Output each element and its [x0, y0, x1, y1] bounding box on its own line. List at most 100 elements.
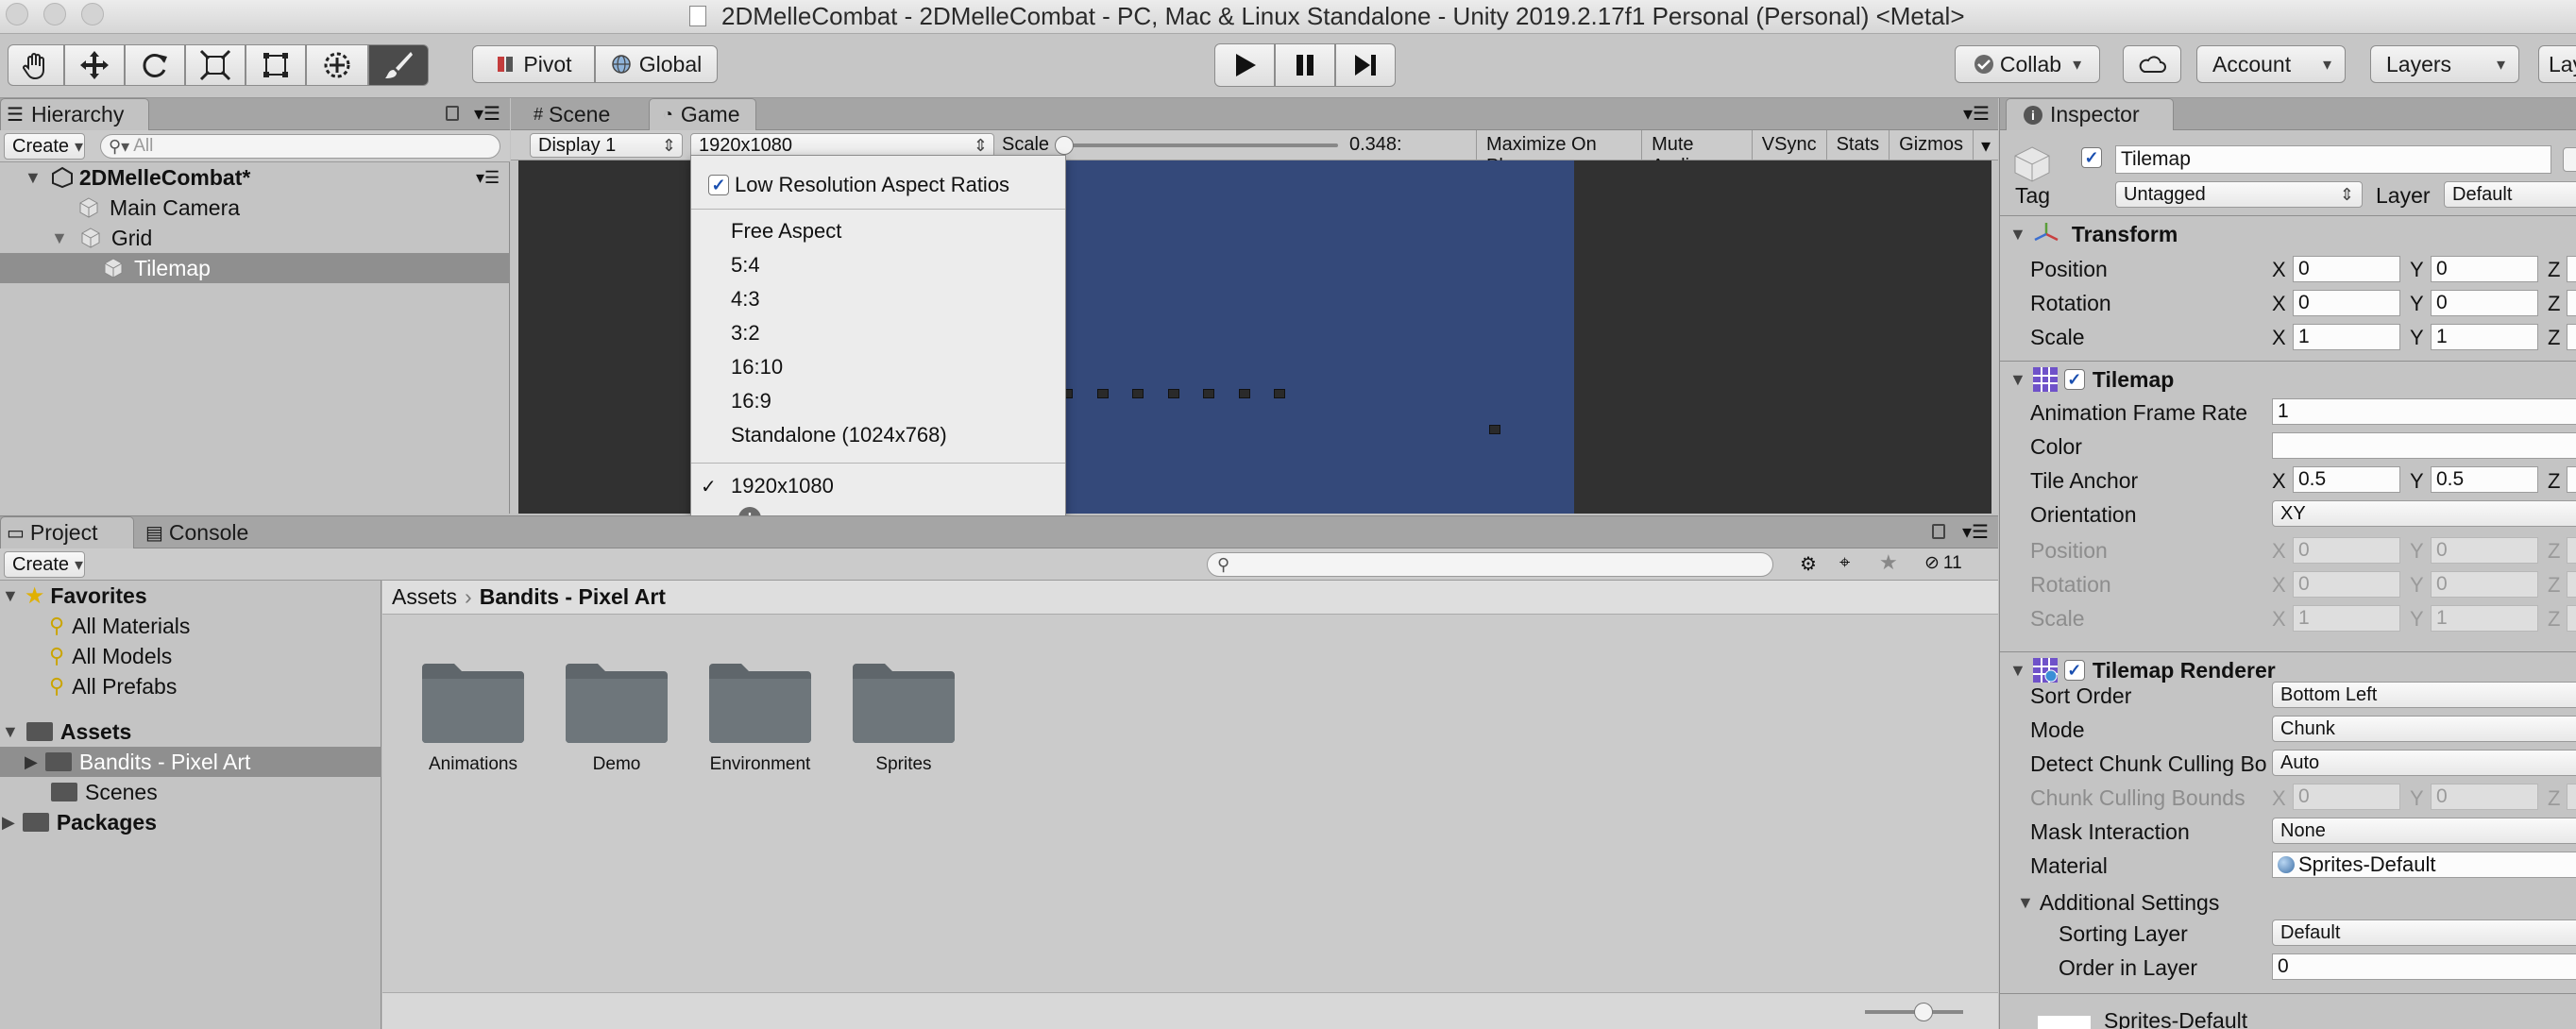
aspect-item-free[interactable]: Free Aspect: [691, 214, 1065, 248]
project-create-dropdown[interactable]: Create ▾: [4, 551, 85, 578]
global-toggle[interactable]: Global: [595, 45, 718, 83]
tree-scenes-folder[interactable]: Scenes: [0, 777, 381, 807]
layers-dropdown[interactable]: Layers ▾: [2370, 45, 2519, 83]
tree-assets[interactable]: ▼ Assets: [0, 717, 381, 747]
custom-tool-button[interactable]: [368, 44, 429, 86]
tree-favorites[interactable]: ▼ ★ Favorites: [0, 581, 381, 611]
gizmos-menu-icon[interactable]: ▾: [1972, 130, 1998, 160]
expand-arrow-icon[interactable]: ▼: [2, 722, 19, 742]
folder-tile-sprites[interactable]: Sprites: [849, 652, 958, 775]
frame-rate-field[interactable]: 1: [2272, 398, 2576, 425]
rect-tool-button[interactable]: [246, 44, 306, 86]
rotate-tool-button[interactable]: [125, 44, 185, 86]
aspect-item-custom[interactable]: ✓ 1920x1080: [691, 469, 1065, 503]
mute-audio-toggle[interactable]: Mute Audio: [1641, 130, 1752, 177]
tab-inspector[interactable]: i Inspector: [2006, 98, 2174, 130]
rotation-z-field[interactable]: [2567, 290, 2576, 316]
lock-icon[interactable]: [1932, 524, 1945, 539]
scale-z-field[interactable]: [2567, 324, 2576, 350]
tilemap-header[interactable]: ▼ ✓ Tilemap: [2000, 364, 2576, 395]
project-search-input[interactable]: ⚲: [1207, 552, 1773, 577]
aspect-item-5-4[interactable]: 5:4: [691, 248, 1065, 282]
expand-arrow-icon[interactable]: ▶: [25, 752, 38, 772]
tab-hierarchy[interactable]: ☰ Hierarchy: [0, 98, 149, 130]
tree-fav-item[interactable]: ⚲ All Prefabs: [0, 671, 381, 701]
aspect-item-4-3[interactable]: 4:3: [691, 282, 1065, 316]
color-swatch-field[interactable]: [2272, 432, 2576, 459]
scale-tool-button[interactable]: [185, 44, 246, 86]
detect-culling-dropdown[interactable]: Auto: [2272, 750, 2576, 776]
tile-anchor-z-field[interactable]: [2567, 466, 2576, 493]
display-dropdown[interactable]: Display 1 ⇕: [530, 133, 683, 158]
hand-tool-button[interactable]: [8, 44, 64, 86]
transform-header[interactable]: ▼ Transform: [2000, 219, 2576, 249]
expand-arrow-icon[interactable]: ▼: [2009, 225, 2026, 245]
folder-tile-animations[interactable]: Animations: [418, 652, 528, 775]
expand-arrow-icon[interactable]: ▼: [2009, 661, 2026, 681]
favorite-star-icon[interactable]: ★: [1879, 550, 1898, 575]
additional-settings-foldout[interactable]: ▼ Additional Settings: [2000, 886, 2576, 919]
tab-game[interactable]: ◔ Game: [649, 98, 756, 130]
cloud-button[interactable]: [2123, 45, 2181, 83]
tile-anchor-y-field[interactable]: 0.5: [2431, 466, 2538, 493]
tree-bandits-folder[interactable]: ▶ Bandits - Pixel Art: [0, 747, 381, 777]
pause-button[interactable]: [1275, 43, 1335, 87]
tree-fav-item[interactable]: ⚲ All Models: [0, 641, 381, 671]
component-enabled-checkbox[interactable]: ✓: [2063, 369, 2085, 390]
static-dropdown[interactable]: [2563, 147, 2576, 172]
account-dropdown[interactable]: Account ▾: [2196, 45, 2346, 83]
vsync-toggle[interactable]: VSync: [1751, 130, 1826, 160]
panel-menu-icon[interactable]: ▾☰: [1963, 102, 1990, 126]
expand-arrow-icon[interactable]: ▼: [2, 586, 19, 606]
low-res-aspect-toggle[interactable]: ✓ Low Resolution Aspect Ratios: [691, 169, 1065, 201]
component-enabled-checkbox[interactable]: ✓: [2063, 660, 2085, 681]
expand-arrow-icon[interactable]: ▼: [25, 168, 42, 188]
panel-menu-icon[interactable]: ▾☰: [1962, 520, 1989, 544]
hidden-packages-toggle[interactable]: ⊘ 11: [1924, 552, 1962, 574]
transform-tool-button[interactable]: [306, 44, 368, 86]
object-name-field[interactable]: Tilemap: [2115, 145, 2551, 174]
rotation-x-field[interactable]: 0: [2293, 290, 2400, 316]
maximize-on-play-toggle[interactable]: Maximize On Play: [1476, 130, 1641, 177]
aspect-item-16-9[interactable]: 16:9: [691, 384, 1065, 418]
tab-project[interactable]: ▭ Project: [0, 516, 134, 548]
folder-tile-environment[interactable]: Environment: [705, 652, 815, 775]
position-z-field[interactable]: [2567, 256, 2576, 282]
hierarchy-scene-row[interactable]: ▼ 2DMelleCombat* ▾☰: [0, 162, 510, 193]
tag-dropdown[interactable]: Untagged ⇕: [2115, 181, 2363, 208]
panel-menu-icon[interactable]: ▾☰: [474, 102, 500, 126]
aspect-item-16-10[interactable]: 16:10: [691, 350, 1065, 384]
position-y-field[interactable]: 0: [2431, 256, 2538, 282]
position-x-field[interactable]: 0: [2293, 256, 2400, 282]
hierarchy-item-grid[interactable]: ▼ Grid: [0, 223, 510, 253]
hierarchy-item-tilemap[interactable]: Tilemap: [0, 253, 510, 283]
scale-slider-thumb[interactable]: [1055, 136, 1074, 155]
orientation-dropdown[interactable]: XY: [2272, 500, 2576, 527]
folder-tile-demo[interactable]: Demo: [562, 652, 671, 775]
zoom-window-button[interactable]: [81, 3, 104, 25]
tree-fav-item[interactable]: ⚲ All Materials: [0, 611, 381, 641]
layout-dropdown[interactable]: Lay: [2538, 45, 2576, 83]
move-tool-button[interactable]: [64, 44, 125, 86]
sort-order-dropdown[interactable]: Bottom Left: [2272, 682, 2576, 708]
hierarchy-item-main-camera[interactable]: Main Camera: [0, 193, 510, 223]
expand-arrow-icon[interactable]: ▼: [2009, 370, 2026, 390]
hierarchy-search-input[interactable]: ⚲▾ All: [100, 134, 500, 159]
aspect-item-standalone[interactable]: Standalone (1024x768): [691, 418, 1065, 452]
scene-menu-icon[interactable]: ▾☰: [476, 168, 500, 188]
collab-dropdown[interactable]: Collab ▾: [1955, 45, 2100, 83]
pivot-toggle[interactable]: Pivot: [472, 45, 595, 83]
rotation-y-field[interactable]: 0: [2431, 290, 2538, 316]
breadcrumb-current[interactable]: Bandits - Pixel Art: [480, 584, 666, 610]
minimize-window-button[interactable]: [43, 3, 66, 25]
icon-size-slider-thumb[interactable]: [1914, 1003, 1933, 1021]
layer-dropdown[interactable]: Default: [2444, 181, 2576, 208]
scale-y-field[interactable]: 1: [2431, 324, 2538, 350]
search-by-type-icon[interactable]: ⚙: [1800, 552, 1817, 576]
search-by-label-icon[interactable]: ⌖: [1839, 552, 1850, 574]
tab-console[interactable]: ▤ Console: [145, 516, 278, 548]
expand-arrow-icon[interactable]: ▼: [51, 228, 68, 248]
breadcrumb-assets[interactable]: Assets: [392, 584, 457, 610]
stats-toggle[interactable]: Stats: [1825, 130, 1890, 160]
step-button[interactable]: [1335, 43, 1396, 87]
